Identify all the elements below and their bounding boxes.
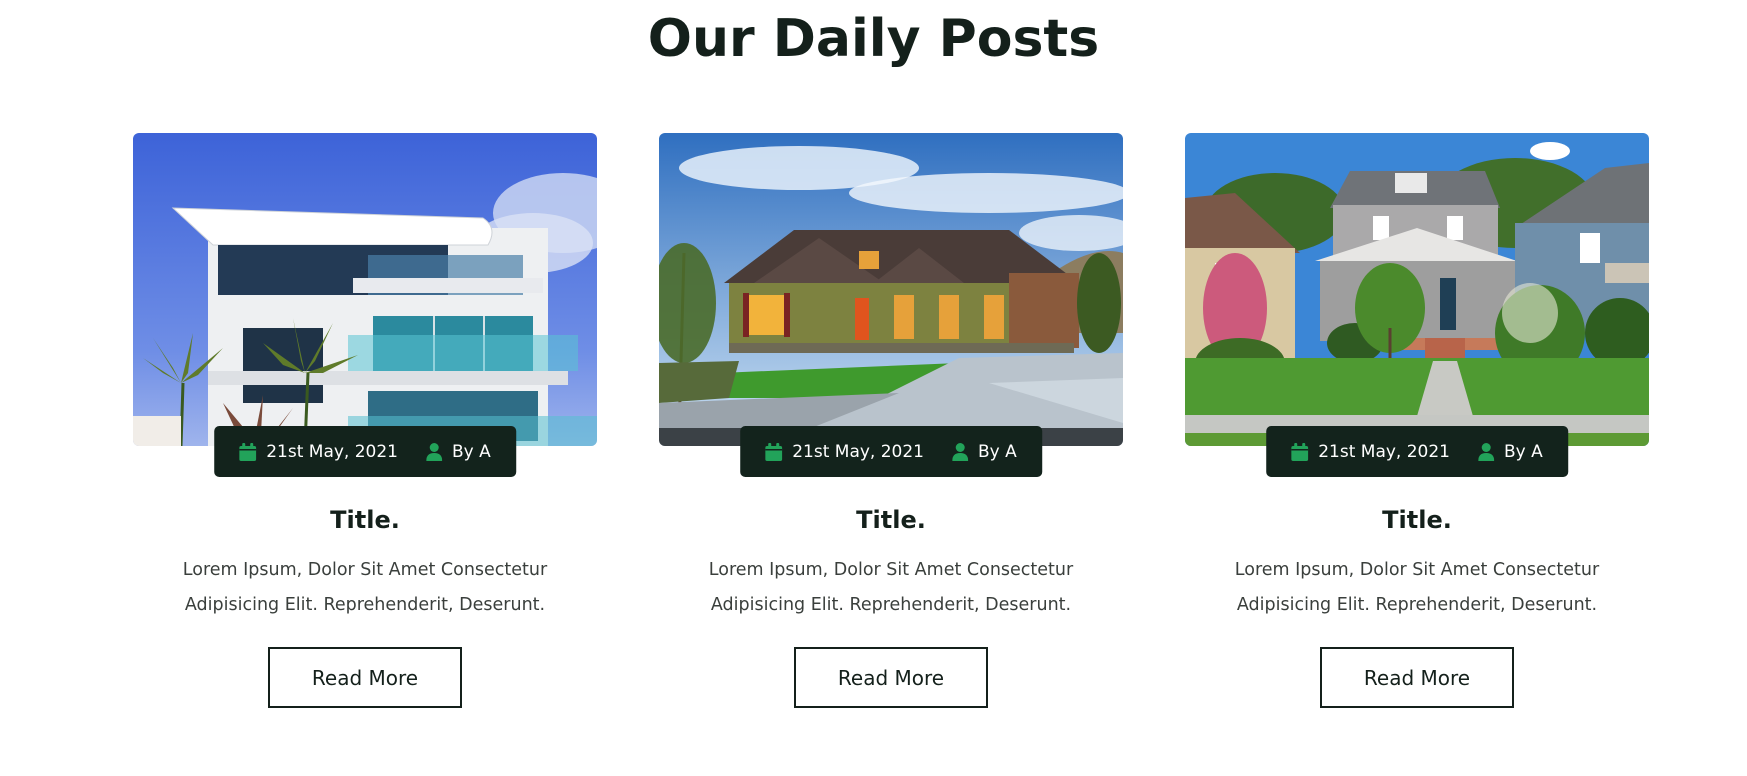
post-image[interactable] bbox=[659, 133, 1123, 446]
post-date[interactable]: 21st May, 2021 bbox=[1291, 442, 1450, 462]
post-meta-bar: 21st May, 2021 By A bbox=[1266, 426, 1568, 477]
post-excerpt: Lorem Ipsum, Dolor Sit Amet Consectetur … bbox=[708, 560, 1074, 615]
read-more-button[interactable]: Read More bbox=[268, 647, 462, 708]
post-image[interactable] bbox=[133, 133, 597, 446]
suburban-house-photo bbox=[659, 133, 1123, 446]
post-title[interactable]: Title. bbox=[659, 505, 1123, 535]
post-author-text: By A bbox=[452, 441, 491, 462]
post-card: 21st May, 2021 By A Title. Lorem Ipsum, … bbox=[1185, 133, 1649, 708]
user-icon bbox=[952, 442, 969, 461]
post-meta-bar: 21st May, 2021 By A bbox=[214, 426, 516, 477]
post-date[interactable]: 21st May, 2021 bbox=[239, 442, 398, 462]
post-date-text: 21st May, 2021 bbox=[1318, 441, 1451, 462]
read-more-button[interactable]: Read More bbox=[794, 647, 988, 708]
post-date-text: 21st May, 2021 bbox=[792, 441, 925, 462]
post-card: 21st May, 2021 By A Title. Lorem Ipsum, … bbox=[659, 133, 1123, 708]
post-title[interactable]: Title. bbox=[1185, 505, 1649, 535]
post-date-text: 21st May, 2021 bbox=[266, 441, 399, 462]
read-more-button[interactable]: Read More bbox=[1320, 647, 1514, 708]
post-author[interactable]: By A bbox=[1478, 442, 1543, 462]
post-excerpt: Lorem Ipsum, Dolor Sit Amet Consectetur … bbox=[1234, 560, 1600, 615]
post-card: 21st May, 2021 By A Title. Lorem Ipsum, … bbox=[133, 133, 597, 708]
post-meta-bar: 21st May, 2021 By A bbox=[740, 426, 1042, 477]
post-image[interactable] bbox=[1185, 133, 1649, 446]
street-houses-photo bbox=[1185, 133, 1649, 446]
daily-posts-section: Our Daily Posts 21st May, 2021 By A Titl… bbox=[0, 0, 1747, 776]
section-title: Our Daily Posts bbox=[647, 9, 1100, 69]
post-author-text: By A bbox=[1504, 441, 1543, 462]
calendar-icon bbox=[1291, 442, 1309, 461]
post-title[interactable]: Title. bbox=[133, 505, 597, 535]
user-icon bbox=[1478, 442, 1495, 461]
user-icon bbox=[426, 442, 443, 461]
post-author[interactable]: By A bbox=[426, 442, 491, 462]
calendar-icon bbox=[765, 442, 783, 461]
post-author-text: By A bbox=[978, 441, 1017, 462]
post-excerpt: Lorem Ipsum, Dolor Sit Amet Consectetur … bbox=[182, 560, 548, 615]
modern-house-photo bbox=[133, 133, 597, 446]
calendar-icon bbox=[239, 442, 257, 461]
post-date[interactable]: 21st May, 2021 bbox=[765, 442, 924, 462]
post-author[interactable]: By A bbox=[952, 442, 1017, 462]
